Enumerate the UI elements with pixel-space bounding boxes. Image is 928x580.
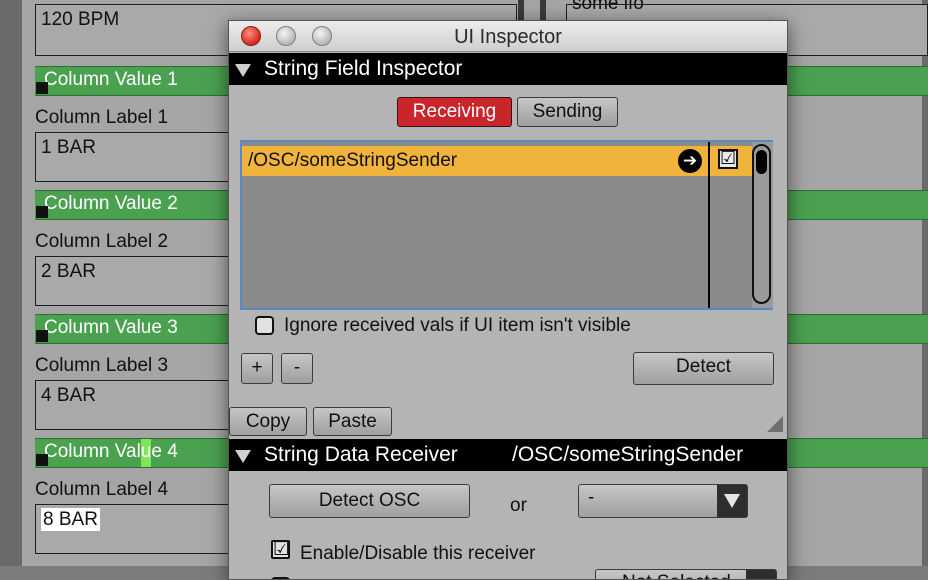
enabled-cell[interactable]: ☑ bbox=[710, 146, 752, 176]
copy-button[interactable]: Copy bbox=[229, 407, 307, 436]
column-label-value: 2 BAR bbox=[41, 261, 96, 282]
arrow-right-icon[interactable]: ➔ bbox=[678, 149, 702, 173]
receiver-address-list[interactable]: /OSC/someStringSender ➔ ☑ bbox=[240, 140, 773, 310]
string-data-receiver-header[interactable]: String Data Receiver /OSC/someStringSend… bbox=[229, 439, 787, 471]
chevron-down-icon bbox=[746, 570, 776, 579]
detect-osc-button[interactable]: Detect OSC bbox=[269, 484, 470, 518]
dropdown-value: Not Selected bbox=[622, 572, 731, 579]
column-label-value: 1 BAR bbox=[41, 137, 96, 158]
enabled-checkbox[interactable]: ☑ bbox=[718, 149, 738, 169]
osc-source-dropdown[interactable]: - bbox=[578, 484, 748, 518]
ui-inspector-window: UI Inspector String Field Inspector Rece… bbox=[228, 20, 788, 580]
secondary-dropdown[interactable]: Not Selected bbox=[595, 569, 777, 579]
section-title: String Field Inspector bbox=[264, 57, 463, 80]
osc-address: /OSC/someStringSender bbox=[248, 150, 458, 171]
slider-label: Column Value 4 bbox=[44, 441, 178, 462]
slider-handle[interactable] bbox=[36, 82, 48, 94]
window-title: UI Inspector bbox=[454, 26, 562, 48]
list-item[interactable]: /OSC/someStringSender ➔ bbox=[242, 146, 708, 176]
remove-address-button[interactable]: - bbox=[281, 353, 313, 384]
window-titlebar[interactable]: UI Inspector bbox=[229, 21, 787, 52]
receiver-address: /OSC/someStringSender bbox=[512, 443, 744, 466]
slider-handle[interactable] bbox=[36, 454, 48, 466]
ignore-invisible-checkbox[interactable] bbox=[255, 316, 274, 335]
string-field-inspector-header[interactable]: String Field Inspector bbox=[229, 53, 787, 85]
column-label-value-selected: 8 BAR bbox=[41, 508, 100, 531]
slider-label: Column Value 1 bbox=[44, 69, 178, 90]
resize-grip-icon[interactable] bbox=[767, 416, 783, 432]
disclosure-triangle-icon[interactable] bbox=[235, 64, 251, 77]
slider-handle[interactable] bbox=[36, 330, 48, 342]
ignore-invisible-label: Ignore received vals if UI item isn't vi… bbox=[284, 315, 631, 336]
section-title: String Data Receiver bbox=[264, 443, 458, 466]
paste-button[interactable]: Paste bbox=[313, 407, 392, 436]
add-address-button[interactable]: + bbox=[241, 353, 273, 384]
enable-receiver-label: Enable/Disable this receiver bbox=[300, 543, 536, 564]
graph-title-value: 120 BPM bbox=[41, 9, 120, 30]
graph-title-value-right: some lfo bbox=[572, 0, 644, 14]
chevron-down-icon bbox=[717, 485, 747, 517]
column-label-caption: Column Label 1 bbox=[35, 107, 169, 128]
tab-sending[interactable]: Sending bbox=[517, 97, 618, 127]
slider-label: Column Value 2 bbox=[44, 193, 178, 214]
column-label-value: 4 BAR bbox=[41, 385, 96, 406]
detect-button[interactable]: Detect bbox=[633, 352, 774, 385]
scrollbar-thumb[interactable] bbox=[756, 150, 767, 174]
slider-label: Column Value 3 bbox=[44, 317, 178, 338]
column-label-caption: Column Label 2 bbox=[35, 231, 169, 252]
disclosure-triangle-icon[interactable] bbox=[235, 450, 251, 463]
slider-handle[interactable] bbox=[36, 206, 48, 218]
tab-receiving[interactable]: Receiving bbox=[397, 97, 512, 127]
column-label-caption: Column Label 4 bbox=[35, 479, 169, 500]
column-label-caption: Column Label 3 bbox=[35, 355, 169, 376]
enable-receiver-checkbox[interactable]: ☑ bbox=[271, 540, 290, 559]
or-label: or bbox=[510, 495, 527, 516]
dropdown-value: - bbox=[588, 487, 595, 508]
